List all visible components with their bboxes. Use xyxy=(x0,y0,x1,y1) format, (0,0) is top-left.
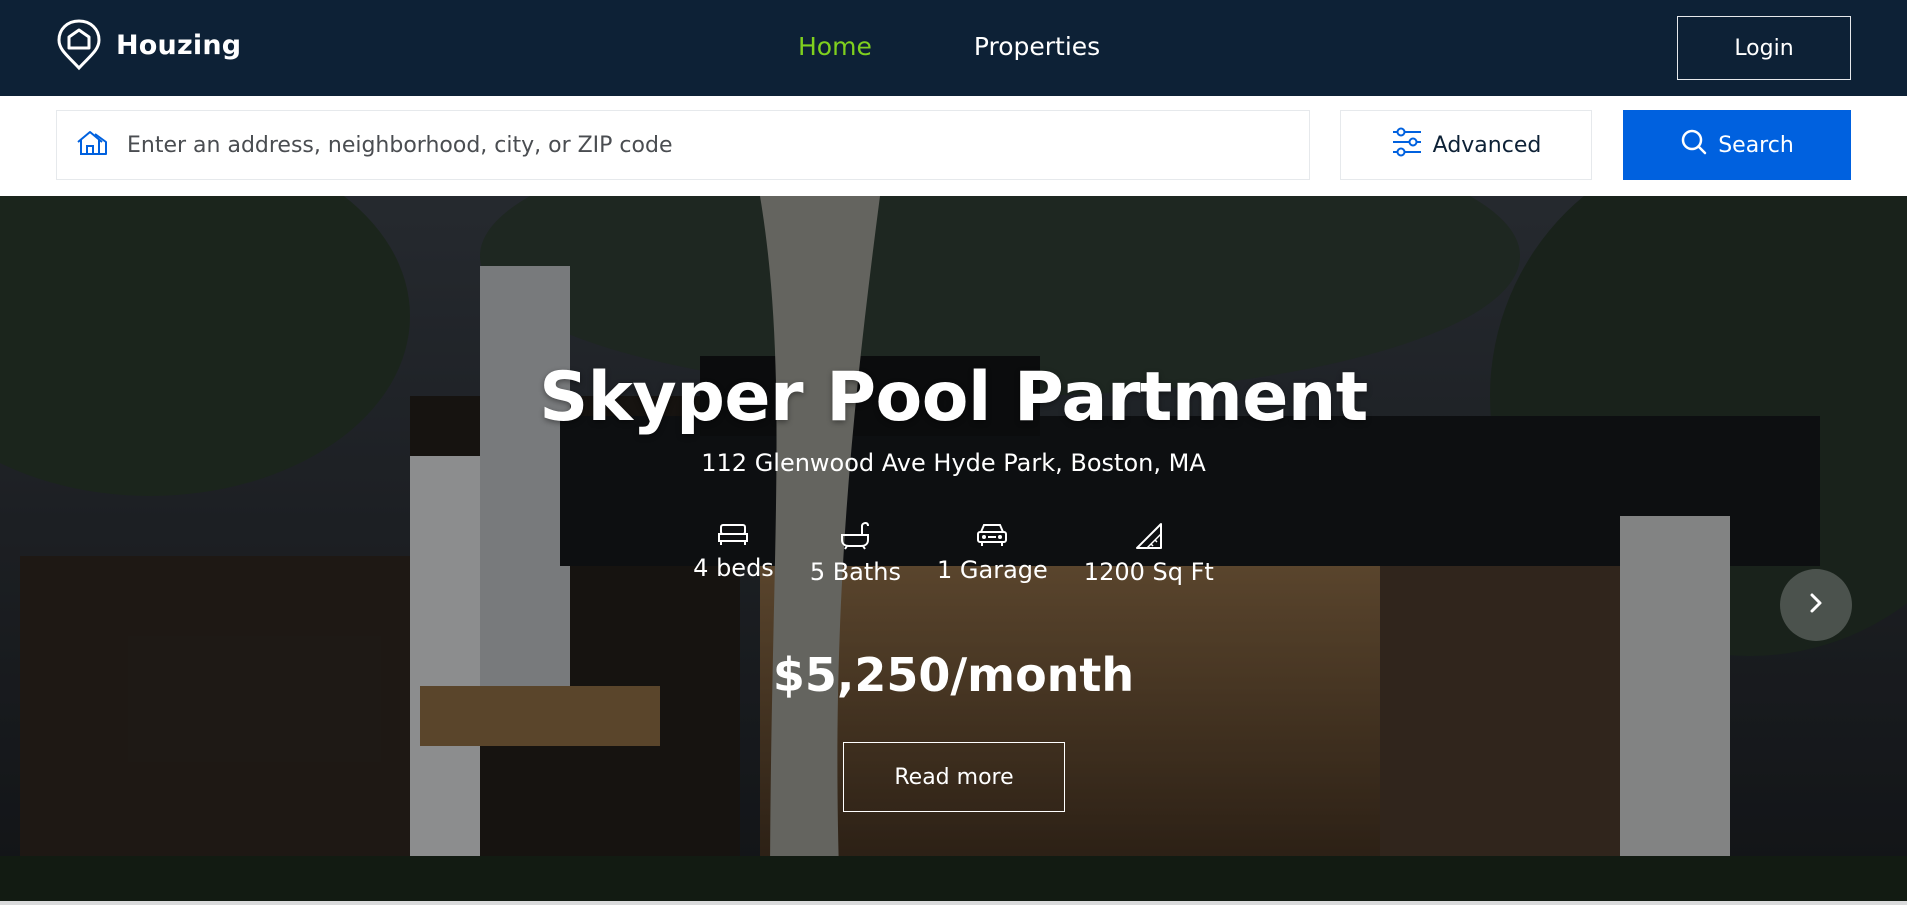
property-features: 4 beds 5 Baths 1 Garage 1200 Sq Ft xyxy=(0,522,1907,586)
ruler-icon xyxy=(1135,522,1163,550)
hero-price: $5,250/month xyxy=(772,648,1135,702)
section-divider xyxy=(0,901,1907,905)
house-icon xyxy=(75,129,109,161)
nav-links: Home Properties xyxy=(798,32,1100,61)
search-icon xyxy=(1680,128,1708,162)
read-more-button[interactable]: Read more xyxy=(843,742,1065,812)
feature-area-label: 1200 Sq Ft xyxy=(1083,558,1214,586)
top-navbar: Houzing Home Properties Login xyxy=(0,0,1907,96)
filter-sliders-icon xyxy=(1391,127,1423,163)
feature-garage: 1 Garage xyxy=(937,522,1048,586)
hero-title: Skyper Pool Partment xyxy=(539,358,1368,437)
logo[interactable]: Houzing xyxy=(56,18,241,72)
slider-next-button[interactable] xyxy=(1780,569,1852,641)
logo-icon xyxy=(56,18,102,72)
feature-baths: 5 Baths xyxy=(810,522,901,586)
feature-beds-label: 4 beds xyxy=(693,554,774,582)
bath-icon xyxy=(840,522,870,550)
nav-link-properties[interactable]: Properties xyxy=(974,32,1100,61)
feature-garage-label: 1 Garage xyxy=(937,556,1048,584)
hero-slider: Skyper Pool Partment 112 Glenwood Ave Hy… xyxy=(0,196,1907,901)
login-button[interactable]: Login xyxy=(1677,16,1851,80)
advanced-button[interactable]: Advanced xyxy=(1340,110,1592,180)
logo-text: Houzing xyxy=(116,29,242,61)
chevron-right-icon xyxy=(1807,592,1825,618)
feature-baths-label: 5 Baths xyxy=(809,558,902,586)
search-button[interactable]: Search xyxy=(1623,110,1851,180)
search-label: Search xyxy=(1718,132,1794,158)
hero-address: 112 Glenwood Ave Hyde Park, Boston, MA xyxy=(701,449,1206,477)
hero-content: Skyper Pool Partment 112 Glenwood Ave Hy… xyxy=(0,196,1907,901)
garage-icon xyxy=(976,522,1008,548)
feature-beds: 4 beds xyxy=(693,522,774,586)
advanced-label: Advanced xyxy=(1432,132,1542,158)
nav-link-home[interactable]: Home xyxy=(798,32,872,61)
feature-area: 1200 Sq Ft xyxy=(1084,522,1214,586)
search-input[interactable] xyxy=(127,132,1227,158)
bed-icon xyxy=(718,522,749,546)
search-field[interactable] xyxy=(56,110,1310,180)
search-bar: Advanced Search xyxy=(0,96,1907,196)
